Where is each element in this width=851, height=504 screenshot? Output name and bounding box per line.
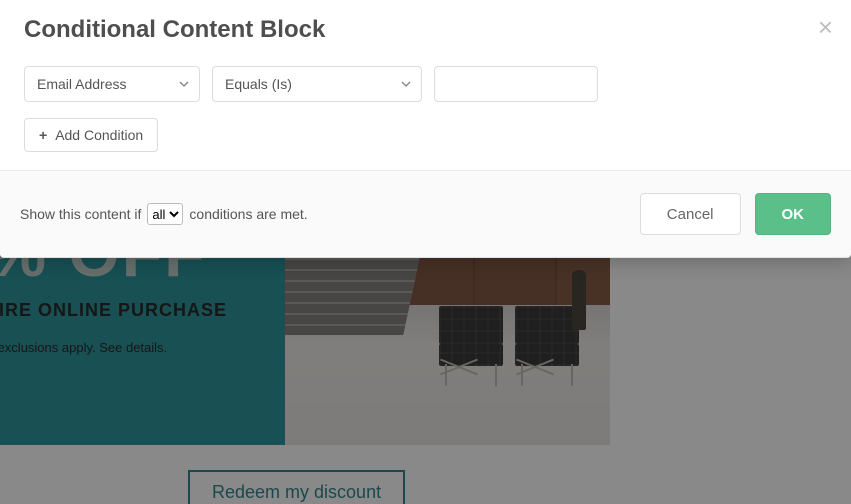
conditional-content-modal: Conditional Content Block × Email Addres… bbox=[0, 0, 851, 258]
field-select[interactable]: Email Address bbox=[24, 66, 200, 102]
modal-header: Conditional Content Block × bbox=[0, 0, 851, 66]
add-condition-button[interactable]: + Add Condition bbox=[24, 118, 158, 152]
match-mode-sentence: Show this content if all conditions are … bbox=[20, 203, 308, 225]
match-mode-prefix: Show this content if bbox=[20, 206, 141, 222]
modal-title: Conditional Content Block bbox=[24, 16, 827, 44]
close-button[interactable]: × bbox=[818, 14, 833, 40]
operator-select[interactable]: Equals (Is) bbox=[212, 66, 422, 102]
ok-button[interactable]: OK bbox=[755, 193, 832, 235]
chevron-down-icon bbox=[179, 79, 189, 89]
match-mode-suffix: conditions are met. bbox=[189, 206, 307, 222]
field-select-label: Email Address bbox=[37, 76, 126, 92]
modal-footer: Show this content if all conditions are … bbox=[0, 170, 851, 257]
footer-actions: Cancel OK bbox=[640, 193, 831, 235]
value-input[interactable] bbox=[434, 66, 598, 102]
plus-icon: + bbox=[39, 127, 47, 143]
condition-row: Email Address Equals (Is) bbox=[24, 66, 827, 102]
operator-select-label: Equals (Is) bbox=[225, 76, 292, 92]
close-icon: × bbox=[818, 12, 833, 42]
modal-body: Email Address Equals (Is) + Add Conditio… bbox=[0, 66, 851, 170]
add-condition-label: Add Condition bbox=[55, 127, 143, 143]
match-mode-select[interactable]: all bbox=[147, 203, 183, 225]
cancel-button[interactable]: Cancel bbox=[640, 193, 741, 235]
chevron-down-icon bbox=[401, 79, 411, 89]
